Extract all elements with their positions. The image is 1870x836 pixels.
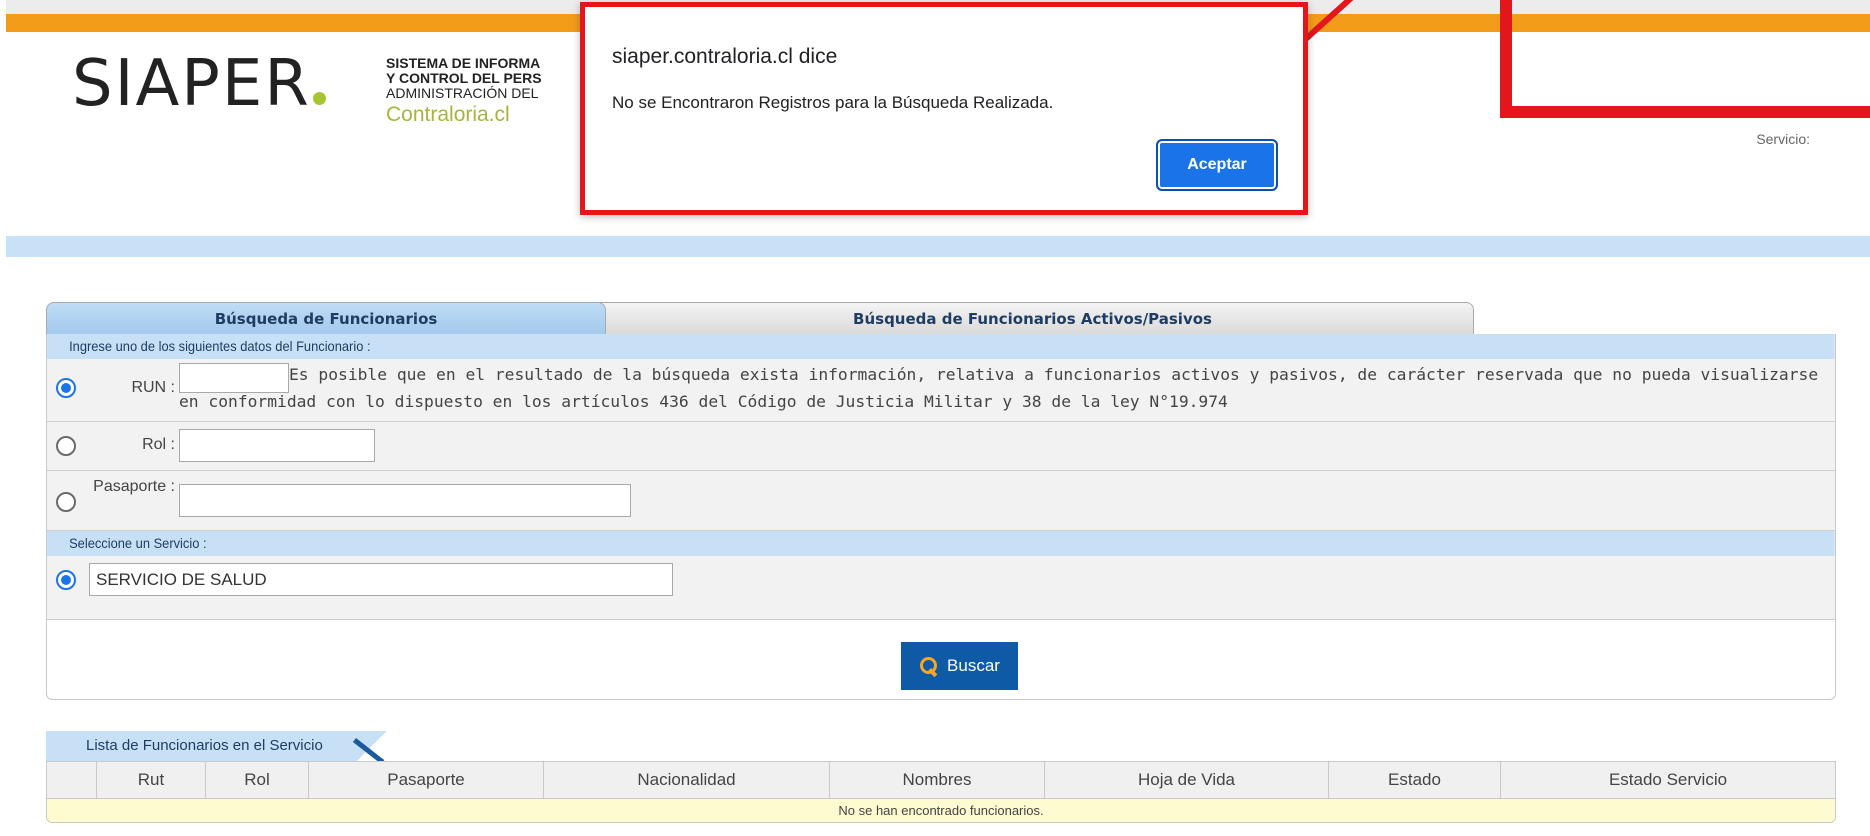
list-tab[interactable]: Lista de Funcionarios en el Servicio — [46, 731, 396, 761]
rol-label: Rol : — [142, 436, 175, 453]
run-notice: Es posible que en el resultado de la bús… — [179, 365, 1819, 411]
alert-dialog: siaper.contraloria.cl dice No se Encontr… — [580, 2, 1308, 215]
subtitle-line-2: Y CONTROL DEL PERS — [386, 70, 542, 86]
search-icon — [919, 656, 939, 676]
logo-dot-icon — [312, 92, 326, 105]
col-rut[interactable]: Rut — [97, 762, 206, 798]
tab-busqueda-activos-pasivos[interactable]: Búsqueda de Funcionarios Activos/Pasivos — [591, 302, 1474, 334]
section-header-servicio: Seleccione un Servicio : — [47, 531, 1835, 556]
site-name: Contraloria.cl — [386, 103, 510, 126]
run-label: RUN : — [131, 379, 175, 396]
subtitle-line-3: ADMINISTRACIÓN DEL — [386, 85, 539, 101]
aceptar-button[interactable]: Aceptar — [1156, 139, 1278, 191]
logo-subtitle: SISTEMA DE INFORMA Y CONTROL DEL PERS AD… — [386, 56, 586, 127]
dialog-title: siaper.contraloria.cl dice — [612, 45, 838, 68]
tab-busqueda-funcionarios[interactable]: Búsqueda de Funcionarios — [46, 302, 606, 334]
page: SIAPER SISTEMA DE INFORMA Y CONTROL DEL … — [0, 0, 1870, 836]
search-tabs: Búsqueda de Funcionarios Activos/Pasivos… — [46, 302, 1474, 334]
servicio-row: SERVICIO DE SALUD — [47, 556, 1835, 620]
buscar-button[interactable]: Buscar — [901, 642, 1018, 690]
funcionarios-list: Lista de Funcionarios en el Servicio Rut… — [46, 729, 1836, 836]
pasaporte-row: Pasaporte : — [47, 471, 1835, 531]
buscar-label: Buscar — [947, 656, 1000, 675]
col-rol[interactable]: Rol — [206, 762, 309, 798]
run-row: RUN : Es posible que en el resultado de … — [47, 359, 1835, 422]
col-select — [47, 762, 97, 798]
siaper-logo: SIAPER — [72, 52, 326, 116]
servicio-input[interactable]: SERVICIO DE SALUD — [89, 563, 673, 596]
empty-message: No se han encontrado funcionarios. — [47, 799, 1835, 822]
servicio-label: Servicio: — [1756, 131, 1810, 147]
col-hoja-de-vida[interactable]: Hoja de Vida — [1045, 762, 1329, 798]
funcionarios-table: Rut Rol Pasaporte Nacionalidad Nombres H… — [46, 761, 1836, 823]
col-nombres[interactable]: Nombres — [830, 762, 1045, 798]
buscar-row: Buscar — [47, 620, 1835, 699]
subtitle-line-1: SISTEMA DE INFORMA — [386, 56, 541, 71]
col-estado-servicio[interactable]: Estado Servicio — [1501, 762, 1835, 798]
rol-row: Rol : — [47, 422, 1835, 471]
pasaporte-label: Pasaporte : — [93, 478, 175, 495]
table-header: Rut Rol Pasaporte Nacionalidad Nombres H… — [47, 762, 1835, 799]
dialog-message: No se Encontraron Registros para la Búsq… — [612, 93, 1054, 112]
col-nacionalidad[interactable]: Nacionalidad — [544, 762, 830, 798]
search-form: Ingrese uno de los siguientes datos del … — [46, 334, 1836, 700]
search-panel: Búsqueda de Funcionarios Activos/Pasivos… — [46, 302, 1836, 700]
run-radio[interactable] — [56, 378, 76, 398]
col-pasaporte[interactable]: Pasaporte — [309, 762, 544, 798]
section-header-funcionario: Ingrese uno de los siguientes datos del … — [47, 334, 1835, 359]
pasaporte-radio[interactable] — [56, 492, 76, 512]
nav-blue-bar — [6, 236, 1870, 257]
servicio-radio[interactable] — [56, 570, 76, 590]
rol-input[interactable] — [179, 429, 375, 462]
annotation-red-frame — [1500, 0, 1870, 118]
rol-radio[interactable] — [56, 436, 76, 456]
col-estado[interactable]: Estado — [1329, 762, 1501, 798]
pasaporte-input[interactable] — [179, 484, 631, 517]
